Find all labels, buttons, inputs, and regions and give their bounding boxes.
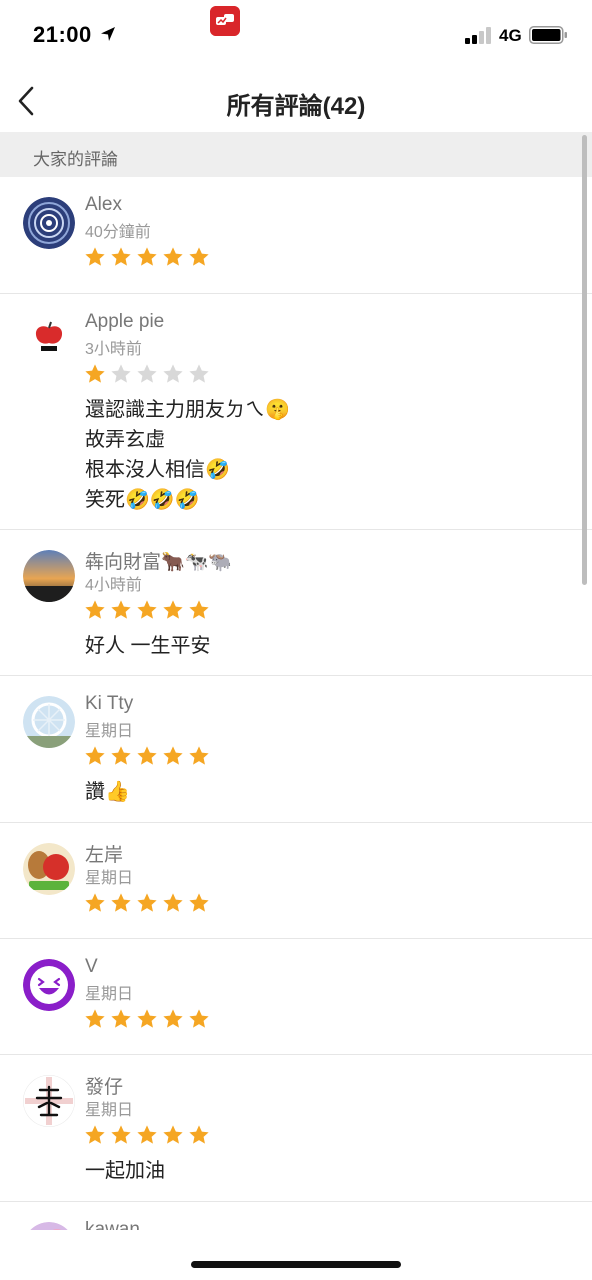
review-item: Apple pie 3小時前 還認識主力朋友ㄉㄟ🤫 故弄玄虛 根本沒人相信🤣 笑…: [0, 294, 592, 530]
review-time: 4小時前: [85, 577, 142, 594]
star-empty-icon: [137, 364, 157, 383]
review-item: 犇向財富🐂🐄🐃 4小時前 好人 一生平安: [0, 530, 592, 676]
reviewer-name: V: [85, 956, 98, 977]
location-arrow-icon: [101, 27, 115, 41]
star-filled-icon: [163, 893, 183, 912]
home-indicator[interactable]: [191, 1261, 401, 1268]
reviewer-name: kawan: [85, 1219, 140, 1230]
reviewer-name: 發仔: [85, 1077, 124, 1098]
avatar[interactable]: [23, 843, 75, 895]
reviewer-name: 左岸: [85, 845, 124, 866]
status-time: 21:00: [33, 22, 92, 47]
star-filled-icon: [163, 746, 183, 765]
nav-bar: 所有評論(42): [0, 70, 592, 132]
review-time: 星期日: [85, 986, 134, 1003]
star-filled-icon: [85, 1125, 105, 1144]
star-filled-icon: [137, 1009, 157, 1028]
app-notification-icon: [210, 6, 240, 36]
review-item: 發仔 星期日 一起加油: [0, 1055, 592, 1202]
star-rating: [84, 1124, 210, 1146]
star-filled-icon: [137, 600, 157, 619]
review-comment: 還認識主力朋友ㄉㄟ🤫 故弄玄虛 根本沒人相信🤣 笑死🤣🤣🤣: [85, 399, 290, 511]
review-time: 40分鐘前: [85, 224, 151, 241]
star-filled-icon: [85, 247, 105, 266]
star-rating: [84, 1008, 210, 1030]
star-filled-icon: [111, 1009, 131, 1028]
star-filled-icon: [111, 746, 131, 765]
section-header: 大家的評論: [0, 132, 592, 177]
star-filled-icon: [111, 1125, 131, 1144]
avatar[interactable]: [23, 1222, 75, 1230]
page-title: 所有評論(42): [226, 93, 366, 120]
star-filled-icon: [189, 893, 209, 912]
avatar[interactable]: [23, 1075, 75, 1127]
star-filled-icon: [85, 1009, 105, 1028]
review-time: 星期日: [85, 723, 134, 740]
star-rating: [84, 599, 210, 621]
review-time: 3小時前: [85, 341, 142, 358]
section-title: 大家的評論: [33, 150, 118, 169]
star-filled-icon: [111, 893, 131, 912]
reviewer-name: Alex: [85, 194, 122, 215]
star-filled-icon: [163, 1009, 183, 1028]
review-item: Ki Tty 星期日 讚👍: [0, 676, 592, 823]
star-empty-icon: [163, 364, 183, 383]
review-time: 星期日: [85, 1102, 134, 1119]
review-list[interactable]: Alex 40分鐘前 Apple pie 3小時前 還認識主力朋友ㄉㄟ🤫 故弄玄…: [0, 177, 592, 1230]
star-filled-icon: [137, 1125, 157, 1144]
review-time: 星期日: [85, 870, 134, 887]
star-filled-icon: [189, 247, 209, 266]
avatar[interactable]: [23, 197, 75, 249]
review-comment: 一起加油: [85, 1160, 165, 1182]
star-filled-icon: [137, 247, 157, 266]
review-item: 左岸 星期日: [0, 823, 592, 939]
avatar[interactable]: [23, 959, 75, 1011]
star-filled-icon: [163, 1125, 183, 1144]
star-filled-icon: [85, 746, 105, 765]
review-item: V 星期日: [0, 939, 592, 1055]
reviewer-name: 犇向財富🐂🐄🐃: [85, 552, 232, 573]
star-filled-icon: [137, 746, 157, 765]
star-filled-icon: [111, 247, 131, 266]
star-empty-icon: [111, 364, 131, 383]
star-empty-icon: [189, 364, 209, 383]
star-filled-icon: [163, 247, 183, 266]
avatar[interactable]: [23, 314, 75, 366]
battery-icon: [529, 26, 567, 44]
star-filled-icon: [189, 1009, 209, 1028]
star-rating: [84, 363, 210, 385]
reviewer-name: Ki Tty: [85, 693, 134, 714]
status-bar: 21:00 4G: [0, 0, 592, 70]
network-type: 4G: [499, 26, 522, 45]
reviewer-name: Apple pie: [85, 311, 165, 332]
review-item: kawan: [0, 1202, 592, 1230]
star-filled-icon: [137, 893, 157, 912]
star-filled-icon: [189, 600, 209, 619]
star-rating: [84, 892, 210, 914]
star-rating: [84, 246, 210, 268]
star-filled-icon: [189, 1125, 209, 1144]
review-comment: 讚👍: [85, 781, 130, 803]
signal-bars-icon: [465, 27, 491, 44]
reviews-screen: 21:00 4G 所有評論(42) 大家的評論 Alex 40分鐘前 Apple…: [0, 0, 592, 1280]
avatar[interactable]: [23, 696, 75, 748]
review-item: Alex 40分鐘前: [0, 177, 592, 294]
scrollbar[interactable]: [582, 135, 587, 585]
star-filled-icon: [85, 364, 105, 383]
review-comment: 好人 一生平安: [85, 635, 211, 657]
star-rating: [84, 745, 210, 767]
star-filled-icon: [111, 600, 131, 619]
avatar[interactable]: [23, 550, 75, 602]
star-filled-icon: [189, 746, 209, 765]
star-filled-icon: [85, 600, 105, 619]
star-filled-icon: [85, 893, 105, 912]
star-filled-icon: [163, 600, 183, 619]
